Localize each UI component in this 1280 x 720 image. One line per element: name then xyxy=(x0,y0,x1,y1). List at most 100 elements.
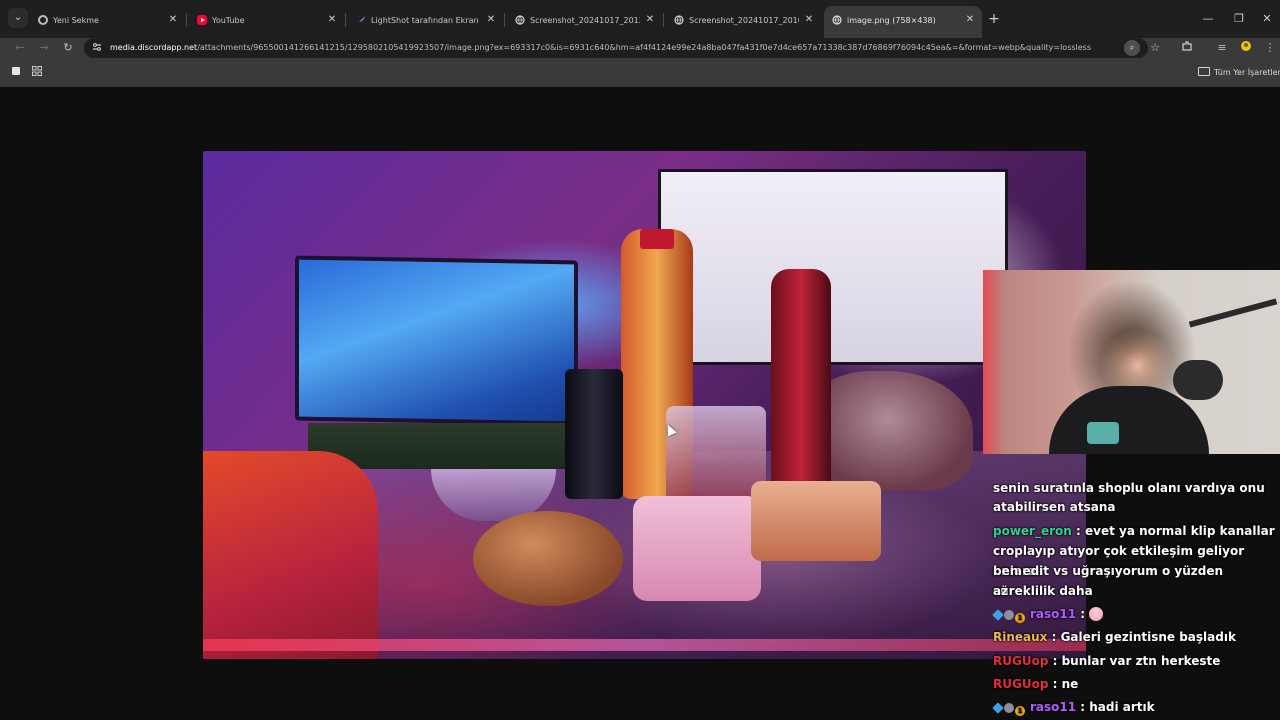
chat-badges: 1 xyxy=(992,606,1026,626)
chat-message: senin suratınla shoplu olanı vardıya onu xyxy=(993,478,1265,498)
chat-username[interactable]: raso11 xyxy=(1030,607,1076,621)
extensions-icon[interactable] xyxy=(1179,40,1195,56)
chat-username[interactable]: raso11 xyxy=(1030,700,1076,714)
close-icon[interactable]: ✕ xyxy=(644,14,656,26)
tab-title: LightShot tarafından Ekran Gör xyxy=(371,16,481,25)
globe-icon xyxy=(515,15,525,25)
new-tab-button[interactable]: + xyxy=(987,12,1001,26)
chat-text: ben edit vs uğraşıyorum o yüzden sürekli… xyxy=(993,564,1224,598)
chat-message: 1 raso11 : hadi artık xyxy=(992,697,1155,719)
photo-bottle-cap xyxy=(640,229,674,249)
photo-monitor xyxy=(658,169,1008,365)
close-icon[interactable]: ✕ xyxy=(326,14,338,26)
close-icon[interactable]: ✕ xyxy=(803,14,815,26)
photo-laptop-screen xyxy=(295,255,578,426)
webcam-red-light xyxy=(983,270,1005,454)
photo-chips xyxy=(203,451,378,659)
all-bookmarks-button[interactable]: Tüm Yer İşaretleri xyxy=(1198,67,1280,77)
chat-message: Rineaux : Galeri gezintisne başladık xyxy=(993,630,1236,644)
chat-text: az xyxy=(993,584,1009,598)
tab-strip: ⌄ Yeni Sekme ✕ YouTube ✕ LightShot taraf… xyxy=(0,0,1280,38)
apps-square-icon[interactable] xyxy=(10,66,22,78)
site-info-icon[interactable] xyxy=(91,42,103,54)
tab-lightshot[interactable]: LightShot tarafından Ekran Gör ✕ xyxy=(348,6,503,34)
coin-badge-icon: 1 xyxy=(1015,706,1025,716)
chat-text: ne xyxy=(1061,677,1079,691)
tab-search-button[interactable]: ⌄ xyxy=(8,8,28,28)
cube-badge-icon xyxy=(992,702,1004,714)
tab-screenshot-201048[interactable]: Screenshot_20241017_201048_ ✕ xyxy=(666,6,821,34)
chat-message: power_eron : evet ya normal klip kanalla… xyxy=(993,524,1275,538)
gear-badge-icon xyxy=(1004,610,1014,620)
photo-bag xyxy=(633,496,761,601)
globe-icon xyxy=(674,15,684,25)
feather-icon xyxy=(356,15,366,25)
zoom-icon[interactable]: ⌕ xyxy=(1124,40,1140,56)
close-window-icon[interactable]: ✕ xyxy=(1258,10,1276,28)
photo-led-strip xyxy=(203,639,1086,651)
bookmarks-bar: Tüm Yer İşaretleri xyxy=(0,58,1280,87)
webcam-overlay xyxy=(983,270,1280,454)
toolbar: ← → ↻ media.discordapp.net/attachments/9… xyxy=(0,38,1280,58)
chat-message: 1 raso11 : xyxy=(992,604,1104,626)
chat-username[interactable]: RUGUop xyxy=(993,654,1048,668)
chat-text: hadi artık xyxy=(1089,700,1155,714)
chat-username[interactable]: power_eron xyxy=(993,524,1072,538)
displayed-image[interactable] xyxy=(203,151,1086,659)
tab-title: Yeni Sekme xyxy=(53,16,99,25)
chat-message: atabilirsen atsana xyxy=(993,497,1116,517)
all-bookmarks-label: Tüm Yer İşaretleri xyxy=(1214,68,1280,77)
close-icon[interactable]: ✕ xyxy=(485,14,497,26)
photo-fries xyxy=(751,481,881,561)
pig-emote-icon xyxy=(1089,607,1104,621)
chat-text: evet ya normal klip kanallar xyxy=(1084,524,1275,538)
webcam-mic-arm xyxy=(1188,298,1278,328)
chat-username[interactable]: RUGUop xyxy=(993,677,1048,691)
chat-message: az xyxy=(993,581,1008,601)
forward-icon[interactable]: → xyxy=(36,40,52,56)
url-text[interactable]: media.discordapp.net/attachments/9655001… xyxy=(110,42,1091,54)
folder-icon xyxy=(1198,67,1210,76)
chat-text: Galeri gezintisne başladık xyxy=(1060,630,1236,644)
gear-badge-icon xyxy=(1004,703,1014,713)
chat-message: ben edit vs uğraşıyorum o yüzden sürekli… xyxy=(993,561,1280,601)
url-path: /attachments/965500141266141215/12958021… xyxy=(197,43,1092,52)
tab-youtube[interactable]: YouTube ✕ xyxy=(189,6,344,34)
minimize-icon[interactable]: — xyxy=(1199,10,1217,28)
restore-icon[interactable]: ❐ xyxy=(1230,10,1248,28)
chat-text: bunlar var ztn herkeste xyxy=(1061,654,1221,668)
tab-yeni-sekme[interactable]: Yeni Sekme ✕ xyxy=(30,6,185,34)
media-control-icon[interactable]: ≡ xyxy=(1214,40,1230,56)
chat-message: RUGUop : bunlar var ztn herkeste xyxy=(993,654,1221,668)
apps-grid-icon[interactable] xyxy=(31,66,43,78)
bookmark-star-icon[interactable]: ☆ xyxy=(1147,40,1163,56)
menu-icon[interactable]: ⋮ xyxy=(1262,40,1278,56)
chat-username[interactable]: Rineaux xyxy=(993,630,1047,644)
url-host: media.discordapp.net xyxy=(110,43,198,52)
cube-badge-icon xyxy=(992,609,1004,621)
reload-icon[interactable]: ↻ xyxy=(60,40,76,56)
tab-title: YouTube xyxy=(212,16,245,25)
photo-burger xyxy=(473,511,623,606)
tab-title: Screenshot_20241017_201048_ xyxy=(689,16,799,25)
coin-badge-icon: 1 xyxy=(1015,613,1025,623)
tab-screenshot-201227[interactable]: Screenshot_20241017_201227_ ✕ xyxy=(507,6,662,34)
chat-badges: 1 xyxy=(992,699,1026,719)
chat-text: senin suratınla shoplu olanı vardıya onu xyxy=(993,481,1265,495)
close-icon[interactable]: ✕ xyxy=(964,14,976,26)
chat-message: RUGUop : ne xyxy=(993,677,1079,691)
chat-overlay: senin suratınla shoplu olanı vardıya onu… xyxy=(990,478,1280,720)
photo-cola-bottle xyxy=(771,269,831,489)
tab-title: image.png (758×438) xyxy=(847,16,936,25)
globe-icon xyxy=(832,15,842,25)
tab-image-png[interactable]: image.png (758×438) ✕ xyxy=(824,6,982,38)
tab-title: Screenshot_20241017_201227_ xyxy=(530,16,640,25)
webcam-shirt-logo xyxy=(1087,422,1119,444)
close-icon[interactable]: ✕ xyxy=(167,14,179,26)
back-icon[interactable]: ← xyxy=(12,40,28,56)
youtube-icon xyxy=(197,15,207,25)
chrome-icon xyxy=(38,15,48,25)
chat-text: atabilirsen atsana xyxy=(993,500,1116,514)
address-bar[interactable]: media.discordapp.net/attachments/9655001… xyxy=(84,38,1160,58)
profile-icon[interactable] xyxy=(1238,40,1254,56)
